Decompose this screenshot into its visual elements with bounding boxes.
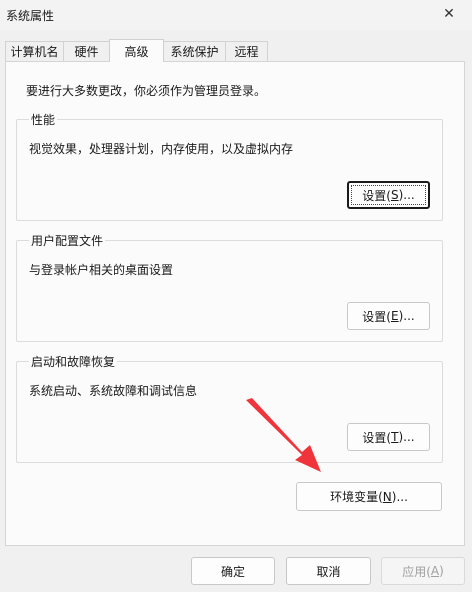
window-title: 系统属性 xyxy=(6,9,55,23)
user-profile-description: 与登录帐户相关的桌面设置 xyxy=(29,263,174,277)
apply-button[interactable]: 应用(A) xyxy=(381,557,465,585)
tab-hardware[interactable]: 硬件 xyxy=(63,41,110,61)
tab-system-protection[interactable]: 系统保护 xyxy=(163,41,226,61)
performance-description: 视觉效果，处理器计划，内存使用，以及虚拟内存 xyxy=(29,142,294,156)
tab-computer-name[interactable]: 计算机名 xyxy=(5,41,64,61)
advanced-tab-panel: 要进行大多数更改，你必须作为管理员登录。 性能 视觉效果，处理器计划，内存使用，… xyxy=(5,61,465,546)
performance-group-title: 性能 xyxy=(29,111,58,128)
title-bar: 系统属性 ✕ xyxy=(0,0,472,30)
ok-button[interactable]: 确定 xyxy=(191,557,275,585)
tab-remote[interactable]: 远程 xyxy=(225,41,268,61)
startup-recovery-group: 启动和故障恢复 系统启动、系统故障和调试信息 设置(T)... xyxy=(16,353,443,463)
user-profile-group-title: 用户配置文件 xyxy=(29,232,106,249)
startup-recovery-settings-button[interactable]: 设置(T)... xyxy=(347,423,430,451)
startup-recovery-group-title: 启动和故障恢复 xyxy=(29,353,118,370)
close-icon[interactable]: ✕ xyxy=(440,5,458,23)
performance-group: 性能 视觉效果，处理器计划，内存使用，以及虚拟内存 设置(S)... xyxy=(16,111,443,221)
admin-notice: 要进行大多数更改，你必须作为管理员登录。 xyxy=(26,84,267,98)
tab-advanced[interactable]: 高级 xyxy=(109,39,164,62)
performance-settings-button[interactable]: 设置(S)... xyxy=(347,181,430,209)
user-profile-group: 用户配置文件 与登录帐户相关的桌面设置 设置(E)... xyxy=(16,232,443,342)
cancel-button[interactable]: 取消 xyxy=(286,557,371,585)
startup-recovery-description: 系统启动、系统故障和调试信息 xyxy=(29,384,198,398)
user-profile-settings-button[interactable]: 设置(E)... xyxy=(347,302,430,330)
environment-variables-button[interactable]: 环境变量(N)... xyxy=(296,482,442,511)
